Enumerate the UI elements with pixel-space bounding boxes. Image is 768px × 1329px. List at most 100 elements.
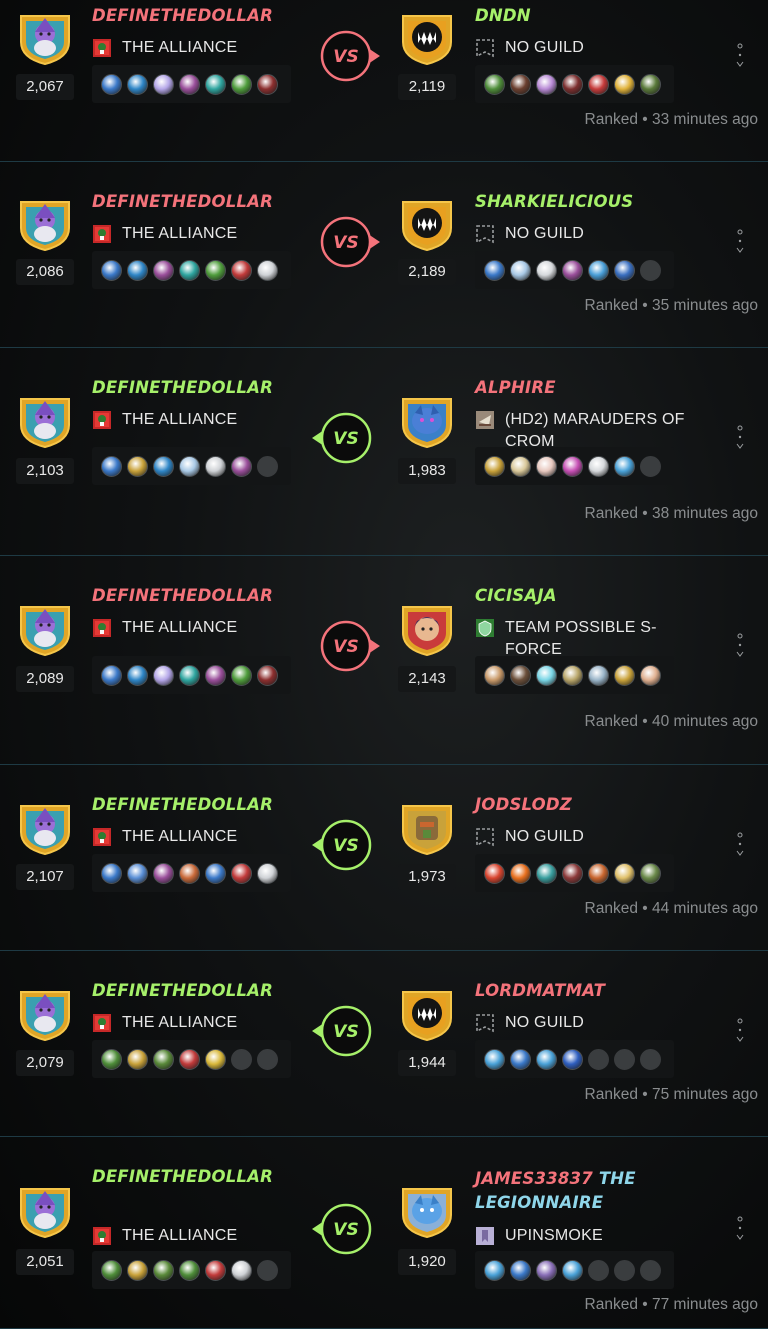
card-icon[interactable] bbox=[562, 1259, 583, 1281]
player-guild[interactable]: THE ALLIANCE bbox=[92, 223, 237, 245]
more-options-icon[interactable] bbox=[736, 424, 744, 450]
player-name[interactable]: DEFINETHEDOLLAR bbox=[92, 1167, 273, 1186]
card-icon[interactable] bbox=[153, 259, 174, 281]
player-avatar[interactable] bbox=[399, 395, 455, 449]
player-name[interactable]: JAMES33837 THE LEGIONNAIRE bbox=[475, 1167, 675, 1215]
player-guild[interactable]: THE ALLIANCE bbox=[92, 409, 237, 431]
card-icon[interactable] bbox=[127, 455, 148, 477]
guild-name[interactable]: THE ALLIANCE bbox=[122, 37, 237, 59]
card-icon[interactable] bbox=[231, 664, 252, 686]
card-icon[interactable] bbox=[153, 1048, 174, 1070]
card-icon[interactable] bbox=[257, 73, 278, 95]
player-name-text[interactable]: DEFINETHEDOLLAR bbox=[92, 586, 273, 605]
player-name[interactable]: ALPHIRE bbox=[475, 378, 556, 397]
player-name-text[interactable]: ALPHIRE bbox=[475, 378, 556, 397]
player-avatar[interactable] bbox=[399, 12, 455, 66]
card-icon[interactable] bbox=[536, 259, 557, 281]
card-icon[interactable] bbox=[153, 1259, 174, 1281]
card-icon[interactable] bbox=[510, 259, 531, 281]
player-guild[interactable]: THE ALLIANCE bbox=[92, 617, 237, 639]
player-name[interactable]: DEFINETHEDOLLAR bbox=[92, 981, 273, 1000]
player-avatar[interactable] bbox=[17, 988, 73, 1042]
card-icon[interactable] bbox=[614, 259, 635, 281]
player-guild[interactable]: THE ALLIANCE bbox=[92, 1225, 237, 1247]
card-icon[interactable] bbox=[231, 259, 252, 281]
card-icon[interactable] bbox=[588, 862, 609, 884]
player-name-text[interactable]: CICISAJA bbox=[475, 586, 557, 605]
card-icon[interactable] bbox=[484, 664, 505, 686]
player-name[interactable]: DEFINETHEDOLLAR bbox=[92, 795, 273, 814]
guild-name[interactable]: UPINSMOKE bbox=[505, 1225, 603, 1247]
battle-row[interactable]: 2,067 DEFINETHEDOLLAR THE ALLIANCE 2,119 DND… bbox=[0, 0, 768, 162]
card-icon[interactable] bbox=[179, 73, 200, 95]
more-options-icon[interactable] bbox=[736, 228, 744, 254]
card-icon[interactable] bbox=[510, 1259, 531, 1281]
player-guild[interactable]: TEAM POSSIBLE S-FORCE bbox=[475, 617, 695, 661]
card-icon[interactable] bbox=[588, 259, 609, 281]
card-icon[interactable] bbox=[484, 259, 505, 281]
card-icon[interactable] bbox=[205, 73, 226, 95]
battle-row[interactable]: 2,086 DEFINETHEDOLLAR THE ALLIANCE 2,189 SHA… bbox=[0, 162, 768, 348]
card-icon[interactable] bbox=[127, 664, 148, 686]
card-icon[interactable] bbox=[640, 73, 661, 95]
card-icon[interactable] bbox=[153, 664, 174, 686]
player-name-text[interactable]: LORDMATMAT bbox=[475, 981, 605, 1000]
guild-name[interactable]: NO GUILD bbox=[505, 826, 584, 848]
card-icon[interactable] bbox=[562, 1048, 583, 1070]
card-icon[interactable] bbox=[179, 1048, 200, 1070]
card-icon[interactable] bbox=[179, 664, 200, 686]
guild-name[interactable]: THE ALLIANCE bbox=[122, 617, 237, 639]
card-icon[interactable] bbox=[101, 259, 122, 281]
card-icon[interactable] bbox=[614, 455, 635, 477]
player-name-text[interactable]: DEFINETHEDOLLAR bbox=[92, 192, 273, 211]
battle-row[interactable]: 2,089 DEFINETHEDOLLAR THE ALLIANCE 2,143 CIC… bbox=[0, 556, 768, 765]
card-icon[interactable] bbox=[510, 73, 531, 95]
battle-row[interactable]: 2,103 DEFINETHEDOLLAR THE ALLIANCE 1,983 ALP… bbox=[0, 348, 768, 556]
guild-name[interactable]: THE ALLIANCE bbox=[122, 826, 237, 848]
card-icon[interactable] bbox=[614, 73, 635, 95]
card-icon[interactable] bbox=[588, 455, 609, 477]
card-icon[interactable] bbox=[205, 862, 226, 884]
card-icon[interactable] bbox=[484, 862, 505, 884]
card-icon[interactable] bbox=[614, 862, 635, 884]
card-icon[interactable] bbox=[101, 664, 122, 686]
player-name[interactable]: LORDMATMAT bbox=[475, 981, 605, 1000]
card-icon[interactable] bbox=[101, 455, 122, 477]
card-icon[interactable] bbox=[562, 455, 583, 477]
card-icon[interactable] bbox=[588, 664, 609, 686]
player-name-text[interactable]: JAMES33837 bbox=[475, 1169, 593, 1188]
card-icon[interactable] bbox=[127, 862, 148, 884]
card-icon[interactable] bbox=[179, 1259, 200, 1281]
card-icon[interactable] bbox=[510, 1048, 531, 1070]
player-name[interactable]: DEFINETHEDOLLAR bbox=[92, 192, 273, 211]
card-icon[interactable] bbox=[257, 259, 278, 281]
player-name-text[interactable]: SHARKIELICIOUS bbox=[475, 192, 633, 211]
player-name[interactable]: DEFINETHEDOLLAR bbox=[92, 378, 273, 397]
card-icon[interactable] bbox=[231, 73, 252, 95]
card-icon[interactable] bbox=[257, 862, 278, 884]
player-avatar[interactable] bbox=[399, 198, 455, 252]
card-icon[interactable] bbox=[562, 664, 583, 686]
player-avatar[interactable] bbox=[399, 1185, 455, 1239]
card-icon[interactable] bbox=[257, 664, 278, 686]
card-icon[interactable] bbox=[127, 73, 148, 95]
guild-name[interactable]: NO GUILD bbox=[505, 37, 584, 59]
guild-name[interactable]: THE ALLIANCE bbox=[122, 1225, 237, 1247]
card-icon[interactable] bbox=[231, 1259, 252, 1281]
guild-name[interactable]: TEAM POSSIBLE S-FORCE bbox=[505, 617, 695, 661]
card-icon[interactable] bbox=[179, 259, 200, 281]
player-avatar[interactable] bbox=[17, 802, 73, 856]
player-name-text[interactable]: DNDN bbox=[475, 6, 531, 25]
card-icon[interactable] bbox=[205, 1048, 226, 1070]
card-icon[interactable] bbox=[179, 862, 200, 884]
card-icon[interactable] bbox=[101, 1259, 122, 1281]
player-avatar[interactable] bbox=[399, 603, 455, 657]
card-icon[interactable] bbox=[153, 455, 174, 477]
card-icon[interactable] bbox=[536, 73, 557, 95]
player-guild[interactable]: NO GUILD bbox=[475, 37, 584, 59]
player-name-text[interactable]: DEFINETHEDOLLAR bbox=[92, 378, 273, 397]
guild-name[interactable]: THE ALLIANCE bbox=[122, 223, 237, 245]
guild-name[interactable]: THE ALLIANCE bbox=[122, 1012, 237, 1034]
player-guild[interactable]: UPINSMOKE bbox=[475, 1225, 603, 1247]
card-icon[interactable] bbox=[484, 1048, 505, 1070]
